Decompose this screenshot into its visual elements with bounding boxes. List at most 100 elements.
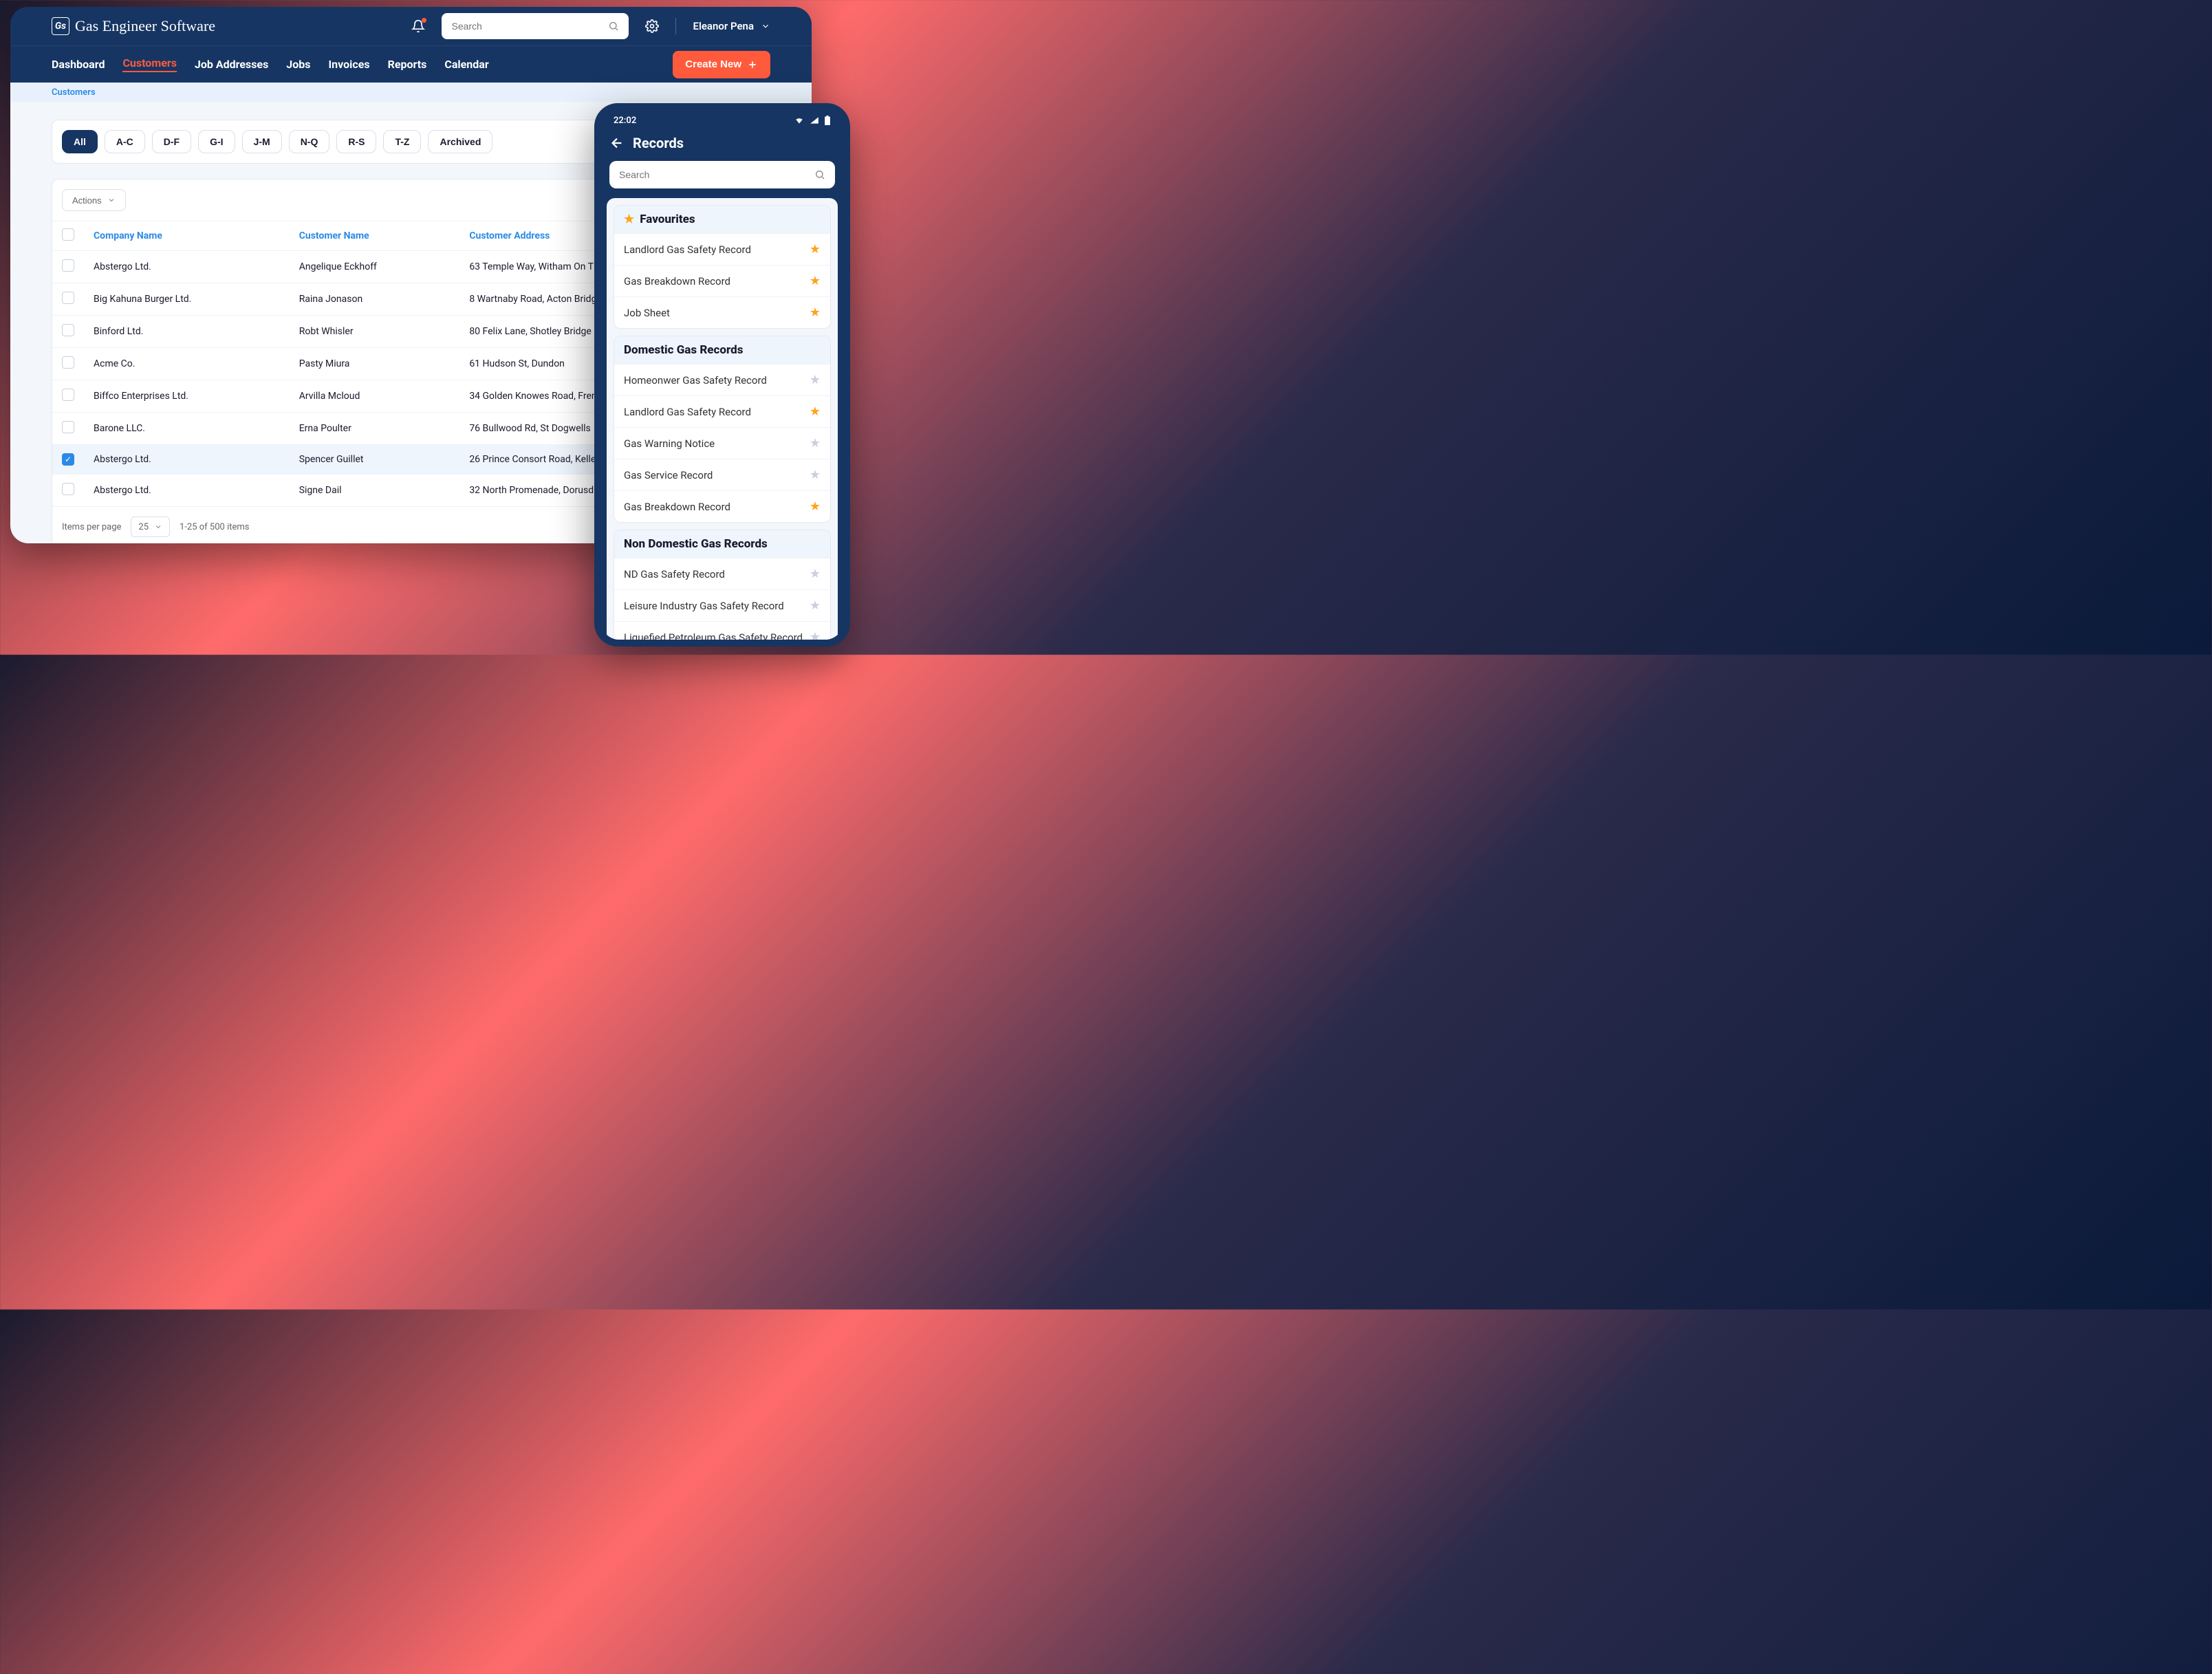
section-title: Domestic Gas Records (624, 343, 743, 357)
logo-text: Gas Engineer Software (75, 17, 215, 35)
nav-item-reports[interactable]: Reports (388, 58, 427, 71)
record-item[interactable]: Leisure Industry Gas Safety Record ★ (614, 589, 830, 621)
cell-customer: Signe Dail (290, 475, 460, 507)
favourite-star-icon[interactable]: ★ (810, 373, 821, 387)
favourite-star-icon[interactable]: ★ (810, 242, 821, 257)
filter-g-i[interactable]: G-I (198, 130, 235, 153)
main-nav: Dashboard Customers Job Addresses Jobs Invoi… (10, 45, 812, 83)
phone-status-bar: 22:02 (601, 110, 843, 131)
per-page-select[interactable]: 25 (131, 517, 170, 537)
actions-dropdown[interactable]: Actions (62, 189, 126, 211)
phone-search[interactable] (609, 161, 835, 188)
phone-search-input[interactable] (619, 169, 814, 180)
select-all-header (52, 221, 84, 251)
record-label: Leisure Industry Gas Safety Record (624, 600, 784, 612)
nav-item-customers[interactable]: Customers (122, 56, 176, 72)
signal-icon (809, 116, 820, 125)
star-icon: ★ (624, 213, 634, 226)
nav-item-invoices[interactable]: Invoices (328, 58, 369, 71)
favourite-star-icon[interactable]: ★ (810, 436, 821, 450)
breadcrumb-bar: Customers (10, 83, 812, 102)
favourite-star-icon[interactable]: ★ (810, 499, 821, 514)
record-item[interactable]: Homeonwer Gas Safety Record★ (614, 364, 830, 395)
record-item[interactable]: Gas Warning Notice ★ (614, 427, 830, 459)
records-section: ★FavouritesLandlord Gas Safety Record★Ga… (614, 205, 831, 329)
record-item[interactable]: Landlord Gas Safety Record ★ (614, 233, 830, 265)
per-page-value: 25 (138, 522, 149, 532)
record-item[interactable]: Job Sheet★ (614, 296, 830, 328)
create-new-button[interactable]: Create New (673, 51, 770, 78)
phone-screen: 22:02 Records ★FavouritesLandlord Gas Sa… (601, 110, 843, 640)
record-item[interactable]: Gas Service Record ★ (614, 459, 830, 490)
favourite-star-icon[interactable]: ★ (810, 305, 821, 320)
chevron-down-icon (761, 21, 770, 31)
row-checkbox[interactable] (62, 356, 74, 369)
row-checkbox[interactable] (62, 259, 74, 272)
pagination-summary: 1-25 of 500 items (180, 522, 249, 532)
record-label: Landlord Gas Safety Record (624, 243, 751, 256)
records-section: Non Domestic Gas Records ND Gas Safety Re… (614, 530, 831, 640)
back-arrow-icon[interactable] (609, 135, 625, 151)
record-label: Gas Breakdown Record (624, 501, 730, 513)
nav-item-job-addresses[interactable]: Job Addresses (195, 58, 268, 71)
row-checkbox[interactable] (62, 292, 74, 304)
record-label: Gas Warning Notice (624, 437, 715, 450)
cell-customer: Erna Poulter (290, 413, 460, 445)
user-menu[interactable]: Eleanor Pena (693, 20, 770, 32)
record-item[interactable]: Gas Breakdown Record★ (614, 265, 830, 296)
cell-customer: Raina Jonason (290, 283, 460, 316)
favourite-star-icon[interactable]: ★ (810, 404, 821, 419)
filter-d-f[interactable]: D-F (152, 130, 191, 153)
header-search[interactable] (442, 13, 629, 39)
create-new-label: Create New (685, 58, 741, 70)
favourite-star-icon[interactable]: ★ (810, 630, 821, 640)
record-item[interactable]: Liquefied Petroleum Gas Safety Record★ (614, 621, 830, 640)
app-logo[interactable]: Gs Gas Engineer Software (52, 17, 215, 35)
status-time: 22:02 (614, 116, 636, 126)
filter-t-z[interactable]: T-Z (383, 130, 421, 153)
breadcrumb[interactable]: Customers (52, 87, 96, 98)
record-item[interactable]: ND Gas Safety Record ★ (614, 558, 830, 589)
column-header-company[interactable]: Company Name (84, 221, 290, 251)
record-label: ND Gas Safety Record (624, 568, 725, 580)
cell-company: Binford Ltd. (84, 316, 290, 348)
filter-a-c[interactable]: A-C (105, 130, 145, 153)
cell-company: Acme Co. (84, 348, 290, 380)
record-label: Gas Service Record (624, 469, 713, 481)
notifications-button[interactable] (411, 19, 425, 33)
favourite-star-icon[interactable]: ★ (810, 567, 821, 581)
row-checkbox[interactable] (62, 483, 74, 495)
per-page-label: Items per page (62, 522, 121, 532)
section-title: Non Domestic Gas Records (624, 537, 768, 551)
cell-customer: Spencer Guillet (290, 445, 460, 475)
chevron-down-icon (107, 196, 116, 204)
battery-icon (824, 116, 831, 125)
filter-archived[interactable]: Archived (428, 130, 492, 153)
favourite-star-icon[interactable]: ★ (810, 274, 821, 288)
row-checkbox[interactable] (62, 324, 74, 336)
search-input[interactable] (451, 21, 608, 32)
nav-item-jobs[interactable]: Jobs (286, 58, 310, 71)
row-checkbox[interactable] (62, 421, 74, 433)
nav-item-calendar[interactable]: Calendar (444, 58, 488, 71)
logo-badge: Gs (52, 17, 69, 35)
favourite-star-icon[interactable]: ★ (810, 468, 821, 482)
plus-icon (747, 59, 758, 70)
filter-n-q[interactable]: N-Q (289, 130, 330, 153)
actions-label: Actions (72, 195, 102, 206)
column-header-customer[interactable]: Customer Name (290, 221, 460, 251)
favourite-star-icon[interactable]: ★ (810, 598, 821, 613)
settings-button[interactable] (645, 19, 659, 33)
filter-r-s[interactable]: R-S (336, 130, 376, 153)
row-checkbox[interactable]: ✓ (62, 453, 74, 466)
record-item[interactable]: Gas Breakdown Record ★ (614, 490, 830, 522)
chevron-down-icon (154, 523, 162, 531)
phone-device: 22:02 Records ★FavouritesLandlord Gas Sa… (594, 103, 850, 646)
nav-item-dashboard[interactable]: Dashboard (52, 58, 105, 71)
cell-company: Biffco Enterprises Ltd. (84, 380, 290, 413)
record-item[interactable]: Landlord Gas Safety Record★ (614, 395, 830, 427)
select-all-checkbox[interactable] (62, 228, 74, 241)
row-checkbox[interactable] (62, 389, 74, 401)
filter-j-m[interactable]: J-M (242, 130, 282, 153)
filter-all[interactable]: All (62, 130, 98, 153)
